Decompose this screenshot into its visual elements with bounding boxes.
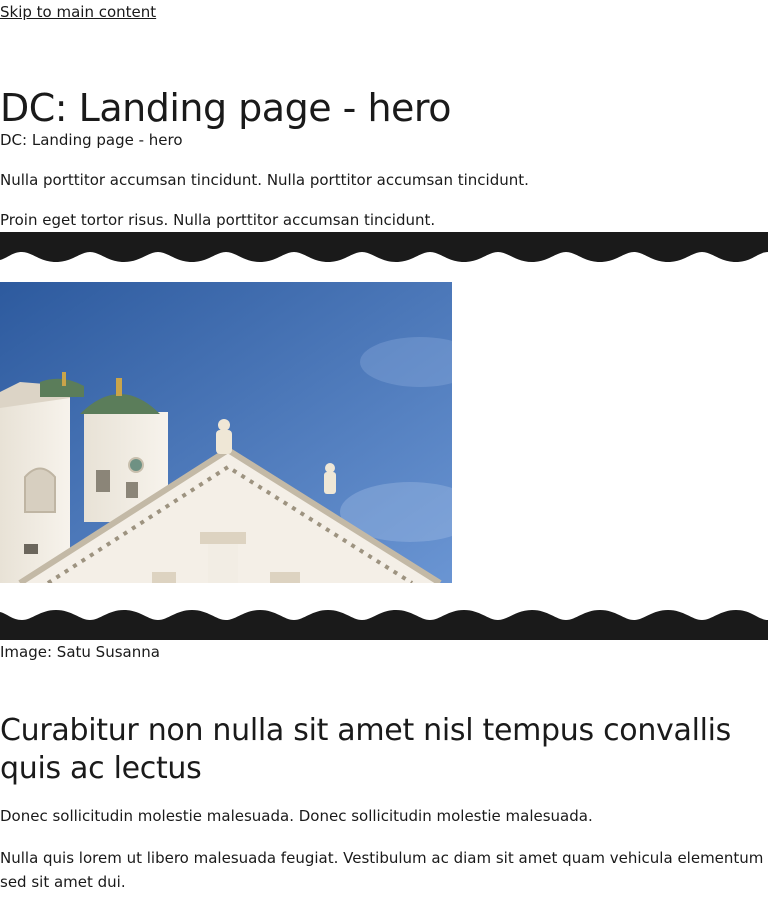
image-caption: Image: Satu Susanna <box>0 643 160 661</box>
wave-divider-bottom <box>0 610 768 640</box>
hero-image <box>0 282 452 583</box>
section-paragraph: Nulla quis lorem ut libero malesuada feu… <box>0 849 764 891</box>
hero-subtitle: DC: Landing page - hero <box>0 131 183 149</box>
skip-to-main-content-link[interactable]: Skip to main content <box>0 2 156 22</box>
cathedral-image <box>0 282 452 583</box>
page-title: DC: Landing page - hero <box>0 86 451 130</box>
wave-divider-top <box>0 232 768 262</box>
section-title: Curabitur non nulla sit amet nisl tempus… <box>0 713 732 786</box>
hero-paragraph: Nulla porttitor accumsan tincidunt. Null… <box>0 171 529 189</box>
hero-paragraph: Proin eget tortor risus. Nulla porttitor… <box>0 211 436 229</box>
section-paragraph: Donec sollicitudin molestie malesuada. D… <box>0 807 593 825</box>
